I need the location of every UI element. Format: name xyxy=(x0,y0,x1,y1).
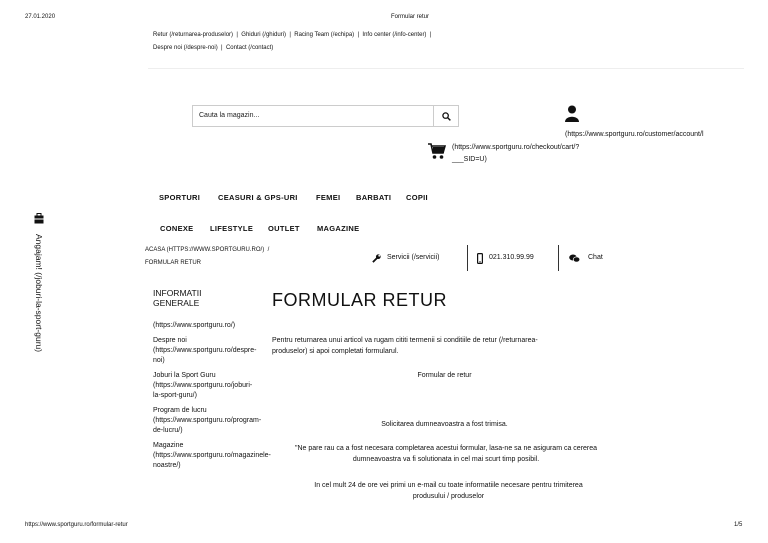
print-date: 27.01.2020 xyxy=(25,14,56,20)
nav-item-magazine[interactable]: MAGAZINE xyxy=(317,224,359,233)
link-info-center[interactable]: Info center (/info-center) xyxy=(362,32,426,38)
sidebar-heading-line: INFORMATII xyxy=(153,288,202,298)
intro-line: produselor) si apoi completati formularu… xyxy=(272,348,399,355)
link-retur[interactable]: Retur (/returnarea-produselor) xyxy=(153,32,233,38)
nav-item-femei[interactable]: FEMEI xyxy=(316,193,340,202)
sidebar-link-url[interactable]: noastre/) xyxy=(153,461,271,471)
intro-line: Pentru returnarea unui articol va rugam … xyxy=(272,337,538,344)
phone-icon xyxy=(477,253,483,264)
form-label: Formular de retur xyxy=(417,372,472,379)
search-box: Cauta la magazin... xyxy=(192,105,459,127)
sidebar-link-url[interactable]: (https://www.sportguru.ro/program- xyxy=(153,416,271,426)
sidebar-links: (https://www.sportguru.ro/) Despre noi (… xyxy=(153,321,271,471)
note-2: In cel mult 24 de ore vei primi un e-mai… xyxy=(276,480,621,502)
print-page-number: 1/5 xyxy=(734,522,743,528)
top-links-row-1: Retur (/returnarea-produselor) | Ghiduri… xyxy=(153,32,431,38)
account-link[interactable]: (https://www.sportguru.ro/customer/accou… xyxy=(565,131,704,138)
nav-item-outlet[interactable]: OUTLET xyxy=(268,224,300,233)
sidebar-link-home[interactable]: (https://www.sportguru.ro/) xyxy=(153,321,271,336)
sidebar-link-program[interactable]: Program de lucru xyxy=(153,406,271,416)
nav-item-barbati[interactable]: BARBATI xyxy=(356,193,391,202)
sidebar-link-url[interactable]: la-sport-guru/) xyxy=(153,391,271,406)
breadcrumb: ACASA (HTTPS://WWW.SPORTGURU.RO/) / xyxy=(145,247,269,253)
search-button[interactable] xyxy=(433,106,458,126)
sidebar-heading-line: GENERALE xyxy=(153,298,200,308)
nav-item-conexe[interactable]: CONEXE xyxy=(160,224,193,233)
sidebar-link-url[interactable]: de-lucru/) xyxy=(153,426,271,441)
link-ghiduri[interactable]: Ghiduri (/ghiduri) xyxy=(241,32,286,38)
chat-link[interactable]: Chat xyxy=(588,254,603,261)
page-title: FORMULAR RETUR xyxy=(272,290,448,310)
success-message: Solicitarea dumneavoastra a fost trimisa… xyxy=(381,421,508,428)
separator: | xyxy=(289,32,291,38)
nav-item-sporturi[interactable]: SPORTURI xyxy=(159,193,200,202)
chat-icon xyxy=(569,254,580,263)
cart-link-line-2[interactable]: ___SID=U) xyxy=(452,156,487,163)
user-icon[interactable] xyxy=(565,105,579,122)
top-links-row-2: Despre noi (/despre-noi) | Contact (/con… xyxy=(153,45,273,51)
nav-item-copii[interactable]: COPII xyxy=(406,193,428,202)
services-link[interactable]: Servicii (/servicii) xyxy=(387,254,440,261)
search-input[interactable]: Cauta la magazin... xyxy=(199,112,259,119)
print-doc-title: Formular retur xyxy=(391,14,430,20)
wrench-icon xyxy=(372,254,381,263)
service-divider xyxy=(467,245,468,271)
sidebar-link-url[interactable]: (https://www.sportguru.ro/despre- xyxy=(153,346,271,356)
print-url: https://www.sportguru.ro/formular-retur xyxy=(25,522,128,528)
nav-item-ceasuri[interactable]: CEASURI & GPS-URI xyxy=(218,193,298,202)
intro-text: Pentru returnarea unui articol va rugam … xyxy=(272,335,538,357)
breadcrumb-current: FORMULAR RETUR xyxy=(145,260,202,266)
sidebar-link-url[interactable]: (https://www.sportguru.ro/magazinele- xyxy=(153,451,271,461)
note-line: dumneavoastra va fi solutionata in cel m… xyxy=(352,456,540,463)
jobs-vertical-link[interactable]: Angajam! (/joburi-la-sport-guru) xyxy=(34,234,44,352)
briefcase-icon xyxy=(34,213,44,224)
sidebar-link-magazine[interactable]: Magazine xyxy=(153,441,271,451)
header-divider xyxy=(148,68,744,69)
search-icon xyxy=(441,111,451,121)
separator: | xyxy=(236,32,238,38)
link-despre-noi[interactable]: Despre noi (/despre-noi) xyxy=(153,45,218,51)
sidebar-heading: INFORMATII GENERALE xyxy=(153,288,201,308)
cart-icon[interactable] xyxy=(428,143,446,160)
service-divider xyxy=(558,245,559,271)
note-1: "Ne pare rau ca a fost necesara completa… xyxy=(276,443,616,465)
sidebar-link-url[interactable]: (https://www.sportguru.ro/joburi- xyxy=(153,381,271,391)
breadcrumb-home[interactable]: ACASA (HTTPS://WWW.SPORTGURU.RO/) xyxy=(145,247,264,253)
link-racing-team[interactable]: Racing Team (/echipa) xyxy=(294,32,354,38)
sidebar-link-joburi[interactable]: Joburi la Sport Guru xyxy=(153,371,271,381)
breadcrumb-separator: / xyxy=(267,247,270,253)
link-contact[interactable]: Contact (/contact) xyxy=(226,45,273,51)
separator: | xyxy=(357,32,360,38)
separator: | xyxy=(221,45,223,51)
sidebar-link-url[interactable]: noi) xyxy=(153,356,271,371)
note-line: produsului / produselor xyxy=(412,493,485,500)
note-line: "Ne pare rau ca a fost necesara completa… xyxy=(294,445,598,452)
separator: | xyxy=(429,32,432,38)
note-line: In cel mult 24 de ore vei primi un e-mai… xyxy=(314,482,583,489)
sidebar-link-despre-noi[interactable]: Despre noi xyxy=(153,336,271,346)
cart-link-line-1[interactable]: (https://www.sportguru.ro/checkout/cart/… xyxy=(452,144,579,151)
phone-number[interactable]: 021.310.99.99 xyxy=(489,254,534,261)
nav-item-lifestyle[interactable]: LIFESTYLE xyxy=(210,224,253,233)
